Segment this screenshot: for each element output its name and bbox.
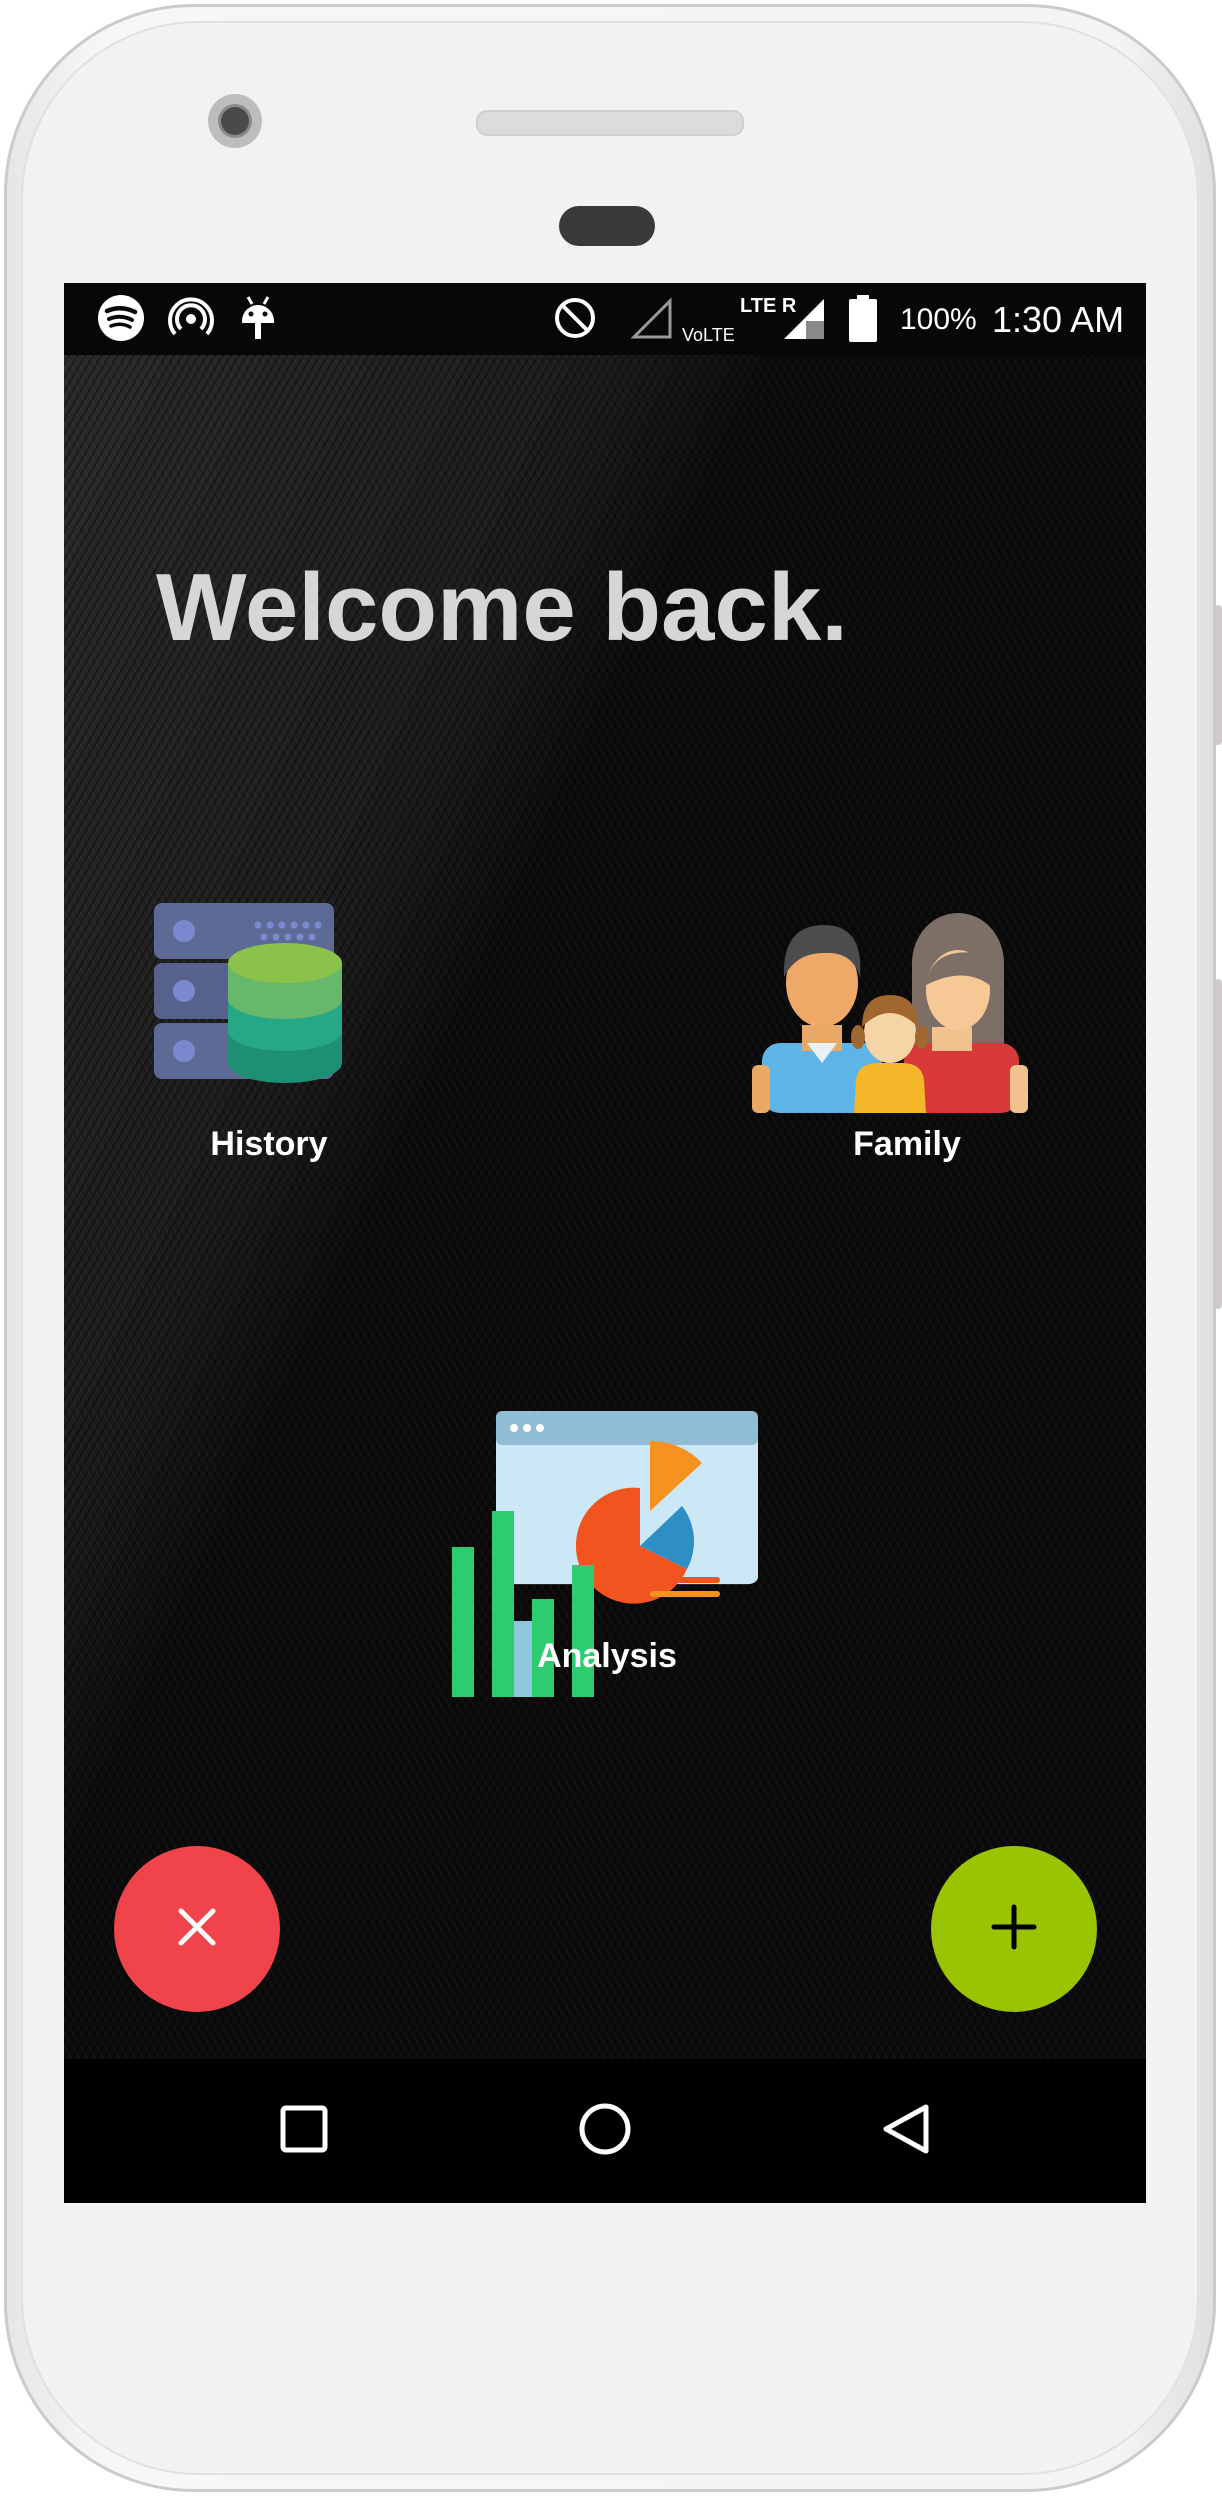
proximity-sensor [559, 206, 655, 246]
triangle-back-icon [878, 2101, 934, 2162]
tile-family[interactable]: Family [752, 895, 1062, 1163]
screen: VoLTE LTE R 100% 1:30 AM Welcome back. H… [64, 283, 1146, 2203]
tile-family-label: Family [853, 1125, 961, 1163]
power-button [1214, 605, 1222, 745]
circle-icon [577, 2101, 633, 2162]
signal-icon [630, 297, 674, 346]
do-not-disturb-icon [552, 295, 598, 346]
navigation-bar [64, 2059, 1146, 2203]
signal-icon [782, 297, 826, 346]
front-camera [208, 94, 262, 148]
welcome-heading: Welcome back. [156, 554, 848, 661]
recents-button[interactable] [268, 2095, 340, 2167]
square-icon [279, 2104, 329, 2159]
device-mockup: VoLTE LTE R 100% 1:30 AM Welcome back. H… [0, 0, 1222, 2498]
database-server-icon [154, 903, 384, 1113]
spotify-icon [96, 293, 146, 348]
close-icon [175, 1905, 219, 1954]
android-icon [236, 293, 280, 348]
status-clock: 1:30 AM [992, 299, 1125, 340]
tile-history[interactable]: History [154, 903, 384, 1163]
tile-analysis-label: Analysis [537, 1637, 677, 1675]
family-icon [752, 895, 1062, 1120]
plus-icon [990, 1903, 1038, 1956]
close-button[interactable] [114, 1846, 280, 2012]
bar-chart-icon [452, 1511, 612, 1706]
battery-icon [848, 295, 878, 348]
battery-percentage: 100% [900, 303, 977, 336]
tile-history-label: History [210, 1125, 328, 1163]
add-button[interactable] [931, 1846, 1097, 2012]
earpiece-speaker [476, 110, 744, 136]
hotspot-icon [166, 293, 216, 348]
home-button[interactable] [569, 2095, 641, 2167]
back-button[interactable] [870, 2095, 942, 2167]
volume-rocker [1214, 979, 1222, 1309]
status-bar: VoLTE LTE R 100% 1:30 AM [64, 283, 1146, 355]
volte-label: VoLTE [682, 325, 735, 345]
tile-analysis[interactable]: Analysis [452, 1411, 762, 1697]
